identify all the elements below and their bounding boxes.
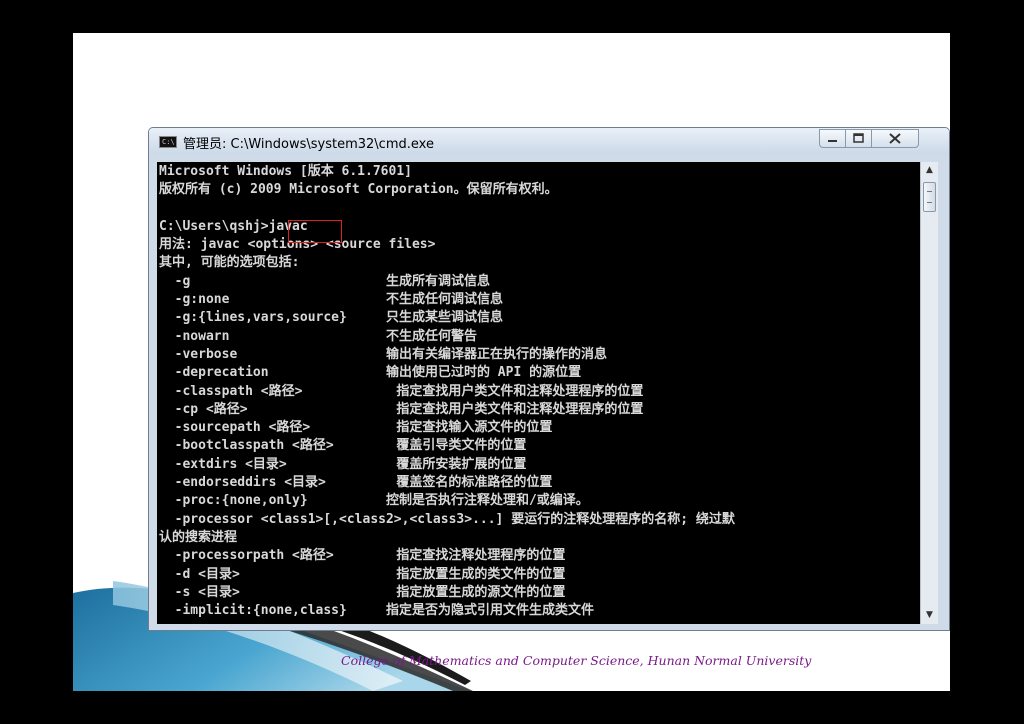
console-line: Microsoft Windows [版本 6.1.7601] bbox=[159, 164, 412, 179]
console-line: -bootclasspath <路径> 覆盖引导类文件的位置 bbox=[159, 438, 527, 454]
console-line: 用法: javac <options> <source files> bbox=[159, 237, 436, 253]
minimize-icon bbox=[828, 140, 837, 142]
console-line: -implicit:{none,class} 指定是否为隐式引用文件生成类文件 bbox=[159, 603, 594, 619]
console-line: -verbose 输出有关编译器正在执行的操作的消息 bbox=[159, 346, 607, 362]
console-line: -g:{lines,vars,source} 只生成某些调试信息 bbox=[159, 310, 503, 326]
close-icon bbox=[889, 133, 901, 144]
footer-text: College of Mathematics and Computer Scie… bbox=[341, 653, 812, 668]
console-line: -d <目录> 指定放置生成的类文件的位置 bbox=[159, 566, 566, 582]
title-bar[interactable]: C:\ 管理员: C:\Windows\system32\cmd.exe bbox=[149, 128, 949, 154]
console-line: -deprecation 输出使用已过时的 API 的源位置 bbox=[159, 365, 582, 381]
console-lines: Microsoft Windows [版本 6.1.7601] 版权所有 (c) … bbox=[159, 163, 735, 620]
scroll-thumb[interactable] bbox=[923, 182, 936, 212]
console-line: 其中, 可能的选项包括: bbox=[159, 255, 300, 271]
console-line: -s <目录> 指定放置生成的源文件的位置 bbox=[159, 584, 566, 600]
console-line: 认的搜索进程 bbox=[159, 529, 238, 545]
scroll-up-arrow[interactable]: ▲ bbox=[921, 162, 938, 179]
window-title: 管理员: C:\Windows\system32\cmd.exe bbox=[183, 137, 434, 152]
console-line: C:\Users\qshj>javac bbox=[159, 218, 308, 234]
console-line: -proc:{none,only} 控制是否执行注释处理和/或编译。 bbox=[159, 493, 589, 509]
vertical-scrollbar[interactable]: ▲ ▼ bbox=[920, 162, 938, 624]
slide: C:\ 管理员: C:\Windows\system32\cmd.exe Mic… bbox=[73, 33, 950, 691]
minimize-button[interactable] bbox=[819, 129, 846, 148]
console-line: -processorpath <路径> 指定查找注释处理程序的位置 bbox=[159, 548, 566, 564]
console-line: 版权所有 (c) 2009 Microsoft Corporation。保留所有… bbox=[159, 182, 558, 198]
console-line: -classpath <路径> 指定查找用户类文件和注释处理程序的位置 bbox=[159, 383, 644, 399]
highlight-box-javac bbox=[288, 220, 342, 243]
scroll-down-arrow[interactable]: ▼ bbox=[921, 607, 938, 624]
console-line: -endorseddirs <目录> 覆盖签名的标准路径的位置 bbox=[159, 475, 553, 491]
close-button[interactable] bbox=[871, 129, 919, 148]
cmd-window[interactable]: C:\ 管理员: C:\Windows\system32\cmd.exe Mic… bbox=[148, 127, 950, 631]
console-line: -cp <路径> 指定查找用户类文件和注释处理程序的位置 bbox=[159, 401, 644, 417]
console-line: -extdirs <目录> 覆盖所安装扩展的位置 bbox=[159, 456, 527, 472]
cmd-icon: C:\ bbox=[159, 136, 177, 148]
console-line: -g 生成所有调试信息 bbox=[159, 273, 490, 289]
console-line: -processor <class1>[,<class2>,<class3>..… bbox=[159, 511, 735, 527]
console-line: -sourcepath <路径> 指定查找输入源文件的位置 bbox=[159, 420, 553, 436]
console-line: -nowarn 不生成任何警告 bbox=[159, 328, 477, 344]
console-line: -g:none 不生成任何调试信息 bbox=[159, 292, 503, 308]
maximize-button[interactable] bbox=[845, 129, 872, 148]
maximize-icon bbox=[853, 133, 864, 143]
console-output[interactable]: Microsoft Windows [版本 6.1.7601] 版权所有 (c) … bbox=[157, 162, 920, 624]
